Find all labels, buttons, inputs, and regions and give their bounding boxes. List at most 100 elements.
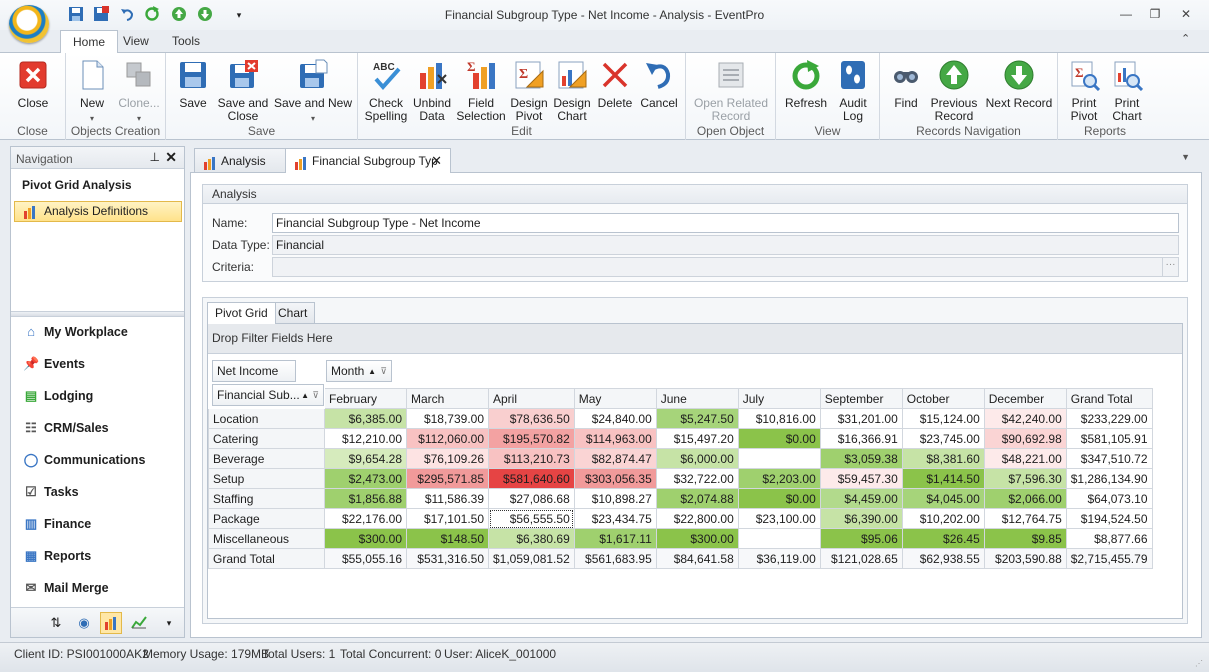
- nav-item-lodging[interactable]: ▤ Lodging: [23, 386, 93, 406]
- pivot-value-cell[interactable]: $1,414.50: [901, 468, 985, 489]
- grand-total-cell[interactable]: $62,938.55: [901, 548, 985, 569]
- pivot-value-cell[interactable]: $8,381.60: [901, 448, 985, 469]
- pivot-value-cell[interactable]: $23,434.75: [573, 508, 657, 529]
- row-field-financial-subgroup[interactable]: Financial Sub... ▲ ⊽: [212, 384, 324, 406]
- row-header-cell[interactable]: Beverage: [208, 448, 325, 469]
- pivot-value-cell[interactable]: $2,074.88: [655, 488, 739, 509]
- pivot-value-cell[interactable]: $11,586.39: [406, 488, 489, 509]
- find-button[interactable]: Find: [884, 59, 928, 110]
- nav-item-events[interactable]: 📌 Events: [23, 354, 85, 374]
- tab-pivot-grid[interactable]: Pivot Grid: [207, 302, 276, 324]
- pivot-value-cell[interactable]: $23,100.00: [737, 508, 821, 529]
- save-and-close-button[interactable]: Save and Close: [216, 59, 270, 123]
- column-header-cell[interactable]: October: [901, 388, 985, 409]
- nav-item-reports[interactable]: ▦ Reports: [23, 546, 91, 566]
- pivot-value-cell[interactable]: $1,856.88: [324, 488, 407, 509]
- column-header-cell[interactable]: March: [406, 388, 489, 409]
- pin-icon[interactable]: ⊥: [150, 150, 160, 164]
- pivot-value-cell[interactable]: $6,385.00: [324, 408, 407, 429]
- filter-icon[interactable]: ⊽: [380, 361, 387, 381]
- pivot-value-cell[interactable]: $12,210.00: [324, 428, 407, 449]
- pivot-value-cell[interactable]: $76,109.26: [406, 448, 489, 469]
- pivot-value-cell[interactable]: $300.00: [655, 528, 739, 549]
- filter-drop-area[interactable]: Drop Filter Fields Here: [208, 324, 1182, 354]
- previous-record-button[interactable]: Previous Record: [930, 59, 978, 123]
- pivot-value-cell[interactable]: $59,457.30: [819, 468, 903, 489]
- pivot-value-cell[interactable]: $295,571.85: [406, 468, 489, 489]
- pivot-value-cell[interactable]: $27,086.68: [488, 488, 575, 509]
- nav-item-my-workplace[interactable]: ⌂ My Workplace: [23, 322, 128, 342]
- next-record-button[interactable]: Next Record: [982, 59, 1056, 110]
- pivot-value-cell[interactable]: $9.85: [983, 528, 1067, 549]
- nav-item-mail-merge[interactable]: ✉ Mail Merge: [23, 578, 109, 598]
- ribbon-collapse-button[interactable]: ⌃: [1181, 32, 1190, 45]
- grand-total-cell[interactable]: $1,059,081.52: [488, 548, 575, 569]
- pivot-value-cell[interactable]: $10,816.00: [737, 408, 821, 429]
- pivot-value-cell[interactable]: $82,874.47: [573, 448, 657, 469]
- row-header-cell[interactable]: Location: [208, 408, 325, 429]
- pivot-value-cell[interactable]: $24,840.00: [573, 408, 657, 429]
- pivot-value-cell[interactable]: $114,963.00: [573, 428, 657, 449]
- pivot-value-cell[interactable]: $0.00: [737, 488, 821, 509]
- pivot-value-cell[interactable]: $0.00: [737, 428, 821, 449]
- criteria-ellipsis-button[interactable]: ···: [1162, 258, 1178, 276]
- column-header-cell[interactable]: Grand Total: [1065, 388, 1153, 409]
- delete-button[interactable]: Delete: [594, 59, 636, 110]
- column-header-cell[interactable]: February: [324, 388, 407, 409]
- check-spelling-button[interactable]: ABC Check Spelling: [364, 59, 408, 123]
- column-field-month[interactable]: Month ▲ ⊽: [326, 360, 392, 382]
- grand-total-cell[interactable]: $2,715,455.79: [1065, 548, 1153, 569]
- grand-total-cell[interactable]: $121,028.65: [819, 548, 903, 569]
- configure-buttons-icon[interactable]: ▾: [158, 612, 180, 634]
- pivot-value-cell[interactable]: $16,366.91: [819, 428, 903, 449]
- pivot-value-cell[interactable]: $64,073.10: [1065, 488, 1153, 509]
- pivot-value-cell[interactable]: $300.00: [324, 528, 407, 549]
- row-header-cell[interactable]: Catering: [208, 428, 325, 449]
- pivot-value-cell[interactable]: $15,124.00: [901, 408, 985, 429]
- pivot-value-cell[interactable]: $5,247.50: [655, 408, 739, 429]
- pivot-value-cell[interactable]: $233,229.00: [1065, 408, 1153, 429]
- nav-item-communications[interactable]: ◯ Communications: [23, 450, 146, 470]
- tab-chart[interactable]: Chart: [270, 302, 316, 323]
- globe-icon[interactable]: ◉: [73, 612, 95, 634]
- pivot-value-cell[interactable]: $1,617.11: [573, 528, 657, 549]
- pivot-value-cell[interactable]: $148.50: [406, 528, 489, 549]
- pivot-value-cell[interactable]: $23,745.00: [901, 428, 985, 449]
- data-field-net-income[interactable]: Net Income: [212, 360, 296, 382]
- close-tab-icon[interactable]: ✕: [431, 149, 442, 173]
- pivot-value-cell[interactable]: $78,636.50: [488, 408, 575, 429]
- pivot-value-cell[interactable]: $9,654.28: [324, 448, 407, 469]
- column-header-cell[interactable]: September: [819, 388, 903, 409]
- grand-total-cell[interactable]: $203,590.88: [983, 548, 1067, 569]
- app-logo-icon[interactable]: [9, 5, 49, 43]
- pivot-value-cell[interactable]: $22,176.00: [324, 508, 407, 529]
- chart-icon[interactable]: [128, 612, 150, 634]
- pivot-value-cell[interactable]: $194,524.50: [1065, 508, 1153, 529]
- filter-icon[interactable]: ⊽: [312, 385, 319, 405]
- window-close-button[interactable]: ✕: [1175, 5, 1197, 23]
- pivot-value-cell[interactable]: $6,390.00: [819, 508, 903, 529]
- column-header-cell[interactable]: May: [573, 388, 657, 409]
- open-related-record-button[interactable]: Open Related Record: [688, 59, 774, 123]
- pivot-value-cell[interactable]: $17,101.50: [406, 508, 489, 529]
- cancel-button[interactable]: Cancel: [636, 59, 682, 110]
- nav-item-analysis-definitions[interactable]: Analysis Definitions: [14, 201, 182, 222]
- pivot-value-cell[interactable]: $2,066.00: [983, 488, 1067, 509]
- grand-total-cell[interactable]: $36,119.00: [737, 548, 821, 569]
- nav-item-crm-sales[interactable]: ☷ CRM/Sales: [23, 418, 108, 438]
- grand-total-cell[interactable]: $84,641.58: [655, 548, 739, 569]
- pivot-value-cell[interactable]: $18,739.00: [406, 408, 489, 429]
- row-header-cell[interactable]: Package: [208, 508, 325, 529]
- resize-grip-icon[interactable]: ⋰: [1195, 659, 1203, 668]
- pivot-value-cell[interactable]: $32,722.00: [655, 468, 739, 489]
- close-button[interactable]: Close: [8, 59, 58, 110]
- field-selection-button[interactable]: Σ Field Selection: [456, 59, 506, 123]
- tab-home[interactable]: Home: [60, 30, 119, 53]
- row-header-cell[interactable]: Setup: [208, 468, 325, 489]
- tab-list-dropdown-icon[interactable]: ▼: [1181, 152, 1190, 162]
- tab-view[interactable]: View: [111, 30, 161, 53]
- pivot-value-cell[interactable]: $112,060.00: [406, 428, 489, 449]
- pivot-value-cell[interactable]: $10,898.27: [573, 488, 657, 509]
- pivot-value-cell[interactable]: $10,202.00: [901, 508, 985, 529]
- pivot-value-cell[interactable]: $6,000.00: [655, 448, 739, 469]
